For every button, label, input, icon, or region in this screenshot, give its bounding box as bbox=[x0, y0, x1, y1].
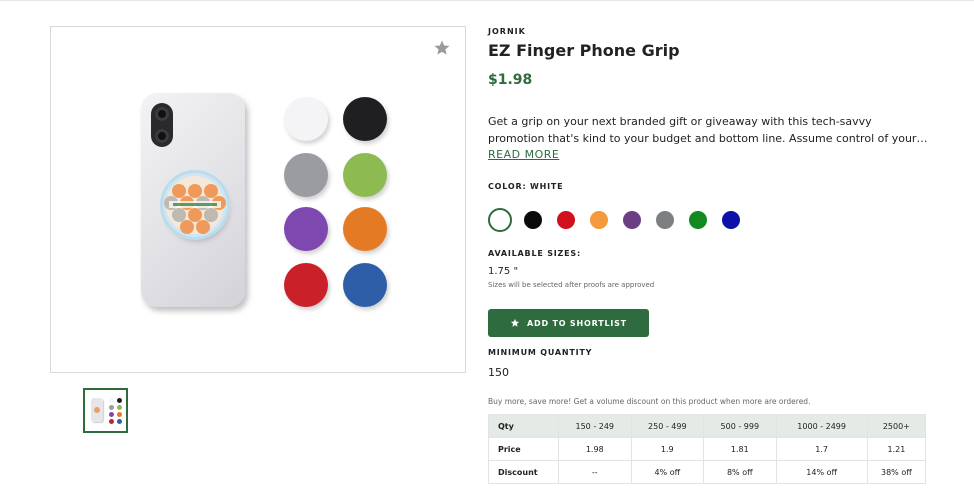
price-cell: 1.98 bbox=[558, 437, 632, 461]
thumbnail-swatch bbox=[117, 412, 122, 417]
pricing-table: Qty 150 - 249 250 - 499 500 - 999 1000 -… bbox=[488, 414, 927, 484]
discount-cell: 4% off bbox=[630, 460, 705, 484]
read-more-link[interactable]: READ MORE bbox=[488, 148, 559, 161]
qty-cell: 2500+ bbox=[866, 414, 927, 438]
qty-row-header: Qty bbox=[488, 414, 559, 438]
volume-discount-note: Buy more, save more! Get a volume discou… bbox=[488, 397, 811, 406]
product-title: EZ Finger Phone Grip bbox=[488, 41, 680, 60]
minimum-quantity-label: MINIMUM QUANTITY bbox=[488, 348, 593, 357]
brand-name: JORNIK bbox=[488, 27, 526, 36]
top-divider bbox=[0, 0, 974, 1]
camera-illustration bbox=[151, 103, 173, 147]
price-row: Price 1.98 1.9 1.81 1.7 1.21 bbox=[488, 437, 927, 461]
price-cell: 1.7 bbox=[775, 437, 868, 461]
image-swatch bbox=[343, 97, 387, 141]
color-option-red[interactable] bbox=[557, 211, 575, 229]
star-icon[interactable] bbox=[433, 39, 451, 57]
size-value: 1.75 " bbox=[488, 266, 519, 277]
star-icon bbox=[510, 318, 520, 327]
image-swatch bbox=[284, 97, 328, 141]
thumbnail-swatch bbox=[109, 398, 114, 403]
phone-illustration bbox=[141, 93, 245, 307]
discount-cell: -- bbox=[558, 460, 632, 484]
color-option-blue[interactable] bbox=[722, 211, 740, 229]
color-option-orange[interactable] bbox=[590, 211, 608, 229]
discount-cell: 38% off bbox=[866, 460, 927, 484]
color-option-gray[interactable] bbox=[656, 211, 674, 229]
thumbnail-swatch bbox=[117, 419, 122, 424]
qty-cell: 150 - 249 bbox=[558, 414, 632, 438]
minimum-quantity-value: 150 bbox=[488, 366, 509, 379]
qty-row: Qty 150 - 249 250 - 499 500 - 999 1000 -… bbox=[488, 414, 927, 438]
product-main-image bbox=[50, 26, 466, 373]
price-cell: 1.21 bbox=[866, 437, 927, 461]
discount-row-header: Discount bbox=[488, 460, 559, 484]
thumbnail-swatch bbox=[109, 419, 114, 424]
qty-cell: 250 - 499 bbox=[630, 414, 705, 438]
thumbnail-phone bbox=[91, 398, 103, 422]
color-option-purple[interactable] bbox=[623, 211, 641, 229]
image-swatch bbox=[284, 263, 328, 307]
discount-row: Discount -- 4% off 8% off 14% off 38% of… bbox=[488, 460, 927, 484]
image-swatch bbox=[343, 207, 387, 251]
qty-cell: 500 - 999 bbox=[703, 414, 777, 438]
add-to-shortlist-button[interactable]: ADD TO SHORTLIST bbox=[488, 309, 649, 337]
thumbnail-swatch bbox=[117, 405, 122, 410]
color-label: COLOR: WHITE bbox=[488, 182, 564, 191]
image-swatch bbox=[343, 263, 387, 307]
size-note: Sizes will be selected after proofs are … bbox=[488, 281, 655, 289]
qty-cell: 1000 - 2499 bbox=[775, 414, 868, 438]
sizes-label: AVAILABLE SIZES: bbox=[488, 249, 581, 258]
product-price: $1.98 bbox=[488, 72, 533, 88]
shortlist-label: ADD TO SHORTLIST bbox=[527, 318, 627, 328]
scale-pattern-graphic bbox=[164, 176, 226, 234]
color-option-green[interactable] bbox=[689, 211, 707, 229]
product-thumbnail[interactable] bbox=[83, 388, 128, 433]
discount-cell: 8% off bbox=[703, 460, 777, 484]
image-swatch bbox=[343, 153, 387, 197]
image-swatch bbox=[284, 207, 328, 251]
product-description: Get a grip on your next branded gift or … bbox=[488, 115, 917, 145]
color-picker bbox=[488, 208, 755, 232]
price-row-header: Price bbox=[488, 437, 559, 461]
discount-cell: 14% off bbox=[775, 460, 868, 484]
thumbnail-swatch bbox=[117, 398, 122, 403]
price-cell: 1.9 bbox=[630, 437, 705, 461]
price-cell: 1.81 bbox=[703, 437, 777, 461]
image-swatch bbox=[284, 153, 328, 197]
grip-illustration bbox=[163, 173, 227, 237]
color-option-white[interactable] bbox=[488, 208, 512, 232]
color-option-black[interactable] bbox=[524, 211, 542, 229]
thumbnail-swatch bbox=[109, 412, 114, 417]
thumbnail-swatch bbox=[109, 405, 114, 410]
